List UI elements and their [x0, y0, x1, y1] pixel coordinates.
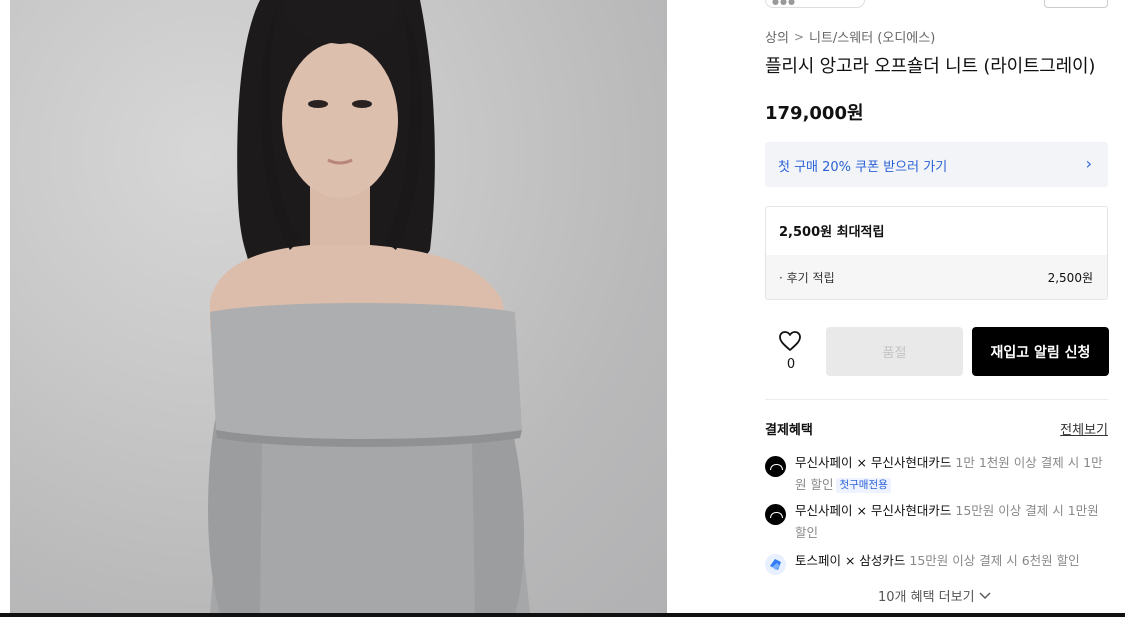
breadcrumb-root[interactable]: 상의: [765, 27, 789, 46]
benefit-name: 무신사페이 × 무신사현대카드: [795, 503, 952, 518]
store-logo-icon: ●●●: [772, 0, 796, 6]
benefit-text: 무신사페이 × 무신사현대카드 1만 1천원 이상 결제 시 1만원 할인 첫구매…: [795, 452, 1108, 496]
benefit-item: 무신사페이 × 무신사현대카드 1만 1천원 이상 결제 시 1만원 할인 첫구매…: [765, 452, 1108, 496]
product-price: 179,000원: [765, 103, 864, 124]
store-name: ?? ?? ??: [812, 0, 862, 2]
benefit-name: 토스페이 × 삼성카드: [795, 553, 906, 568]
toss-logo-shape: [770, 559, 781, 570]
restock-alert-button[interactable]: 재입고 알림 신청: [972, 327, 1109, 376]
benefit-name: 무신사페이 × 무신사현대카드: [795, 455, 952, 470]
like-button[interactable]: 0: [772, 330, 810, 376]
product-photo-illustration: [208, 0, 530, 614]
review-points-value: 2,500원: [1047, 271, 1093, 285]
payment-benefits-title: 결제혜택: [765, 423, 813, 438]
breadcrumb-chevron-icon: >: [793, 29, 804, 44]
musinsa-pay-icon: [765, 456, 786, 477]
heart-icon: [779, 331, 801, 351]
more-benefits-label: 10개 혜택 더보기: [878, 590, 975, 605]
more-benefits-button[interactable]: 10개 혜택 더보기: [878, 586, 991, 605]
review-points-label: · 후기 적립: [779, 271, 835, 285]
first-purchase-coupon-banner[interactable]: 첫 구매 20% 쿠폰 받으러 가기 ›: [765, 142, 1108, 187]
chevron-right-icon: ›: [1085, 154, 1092, 173]
points-box: 2,500원 최대적립 · 후기 적립 2,500원: [765, 206, 1108, 300]
bottom-edge-bar: [0, 613, 1125, 617]
product-image[interactable]: [10, 0, 667, 614]
soldout-button[interactable]: 품절: [826, 327, 963, 376]
review-points-row: · 후기 적립 2,500원: [766, 255, 1107, 299]
benefit-text: 토스페이 × 삼성카드 15만원 이상 결제 시 6천원 할인: [795, 550, 1108, 572]
breadcrumb: 상의 > 니트/스웨터 (오디에스): [765, 27, 935, 47]
benefit-text: 무신사페이 × 무신사현대카드 15만원 이상 결제 시 1만원 할인: [795, 500, 1108, 544]
store-chip[interactable]: ●●● ?? ?? ??: [765, 0, 865, 8]
max-points-header: 2,500원 최대적립: [779, 225, 885, 240]
follow-label: ? ??: [1055, 0, 1076, 2]
coupon-label: 첫 구매 20% 쿠폰 받으러 가기: [778, 160, 948, 175]
benefit-item: 무신사페이 × 무신사현대카드 15만원 이상 결제 시 1만원 할인: [765, 500, 1108, 544]
first-purchase-tag: 첫구매전용: [836, 478, 891, 493]
toss-pay-icon: [765, 554, 786, 575]
chevron-down-icon: [979, 592, 991, 599]
like-count: 0: [786, 357, 796, 372]
follow-button[interactable]: ? ??: [1044, 0, 1108, 8]
view-all-link[interactable]: 전체보기: [1060, 419, 1108, 438]
breadcrumb-category[interactable]: 니트/스웨터 (오디에스): [809, 27, 935, 46]
product-title: 플리시 앙고라 오프숄더 니트 (라이트그레이): [765, 56, 1096, 77]
benefit-desc: 15만원 이상 결제 시 6천원 할인: [905, 553, 1080, 568]
divider: [765, 399, 1108, 400]
musinsa-pay-icon: [765, 504, 786, 525]
benefit-item: 토스페이 × 삼성카드 15만원 이상 결제 시 6천원 할인: [765, 550, 1108, 575]
